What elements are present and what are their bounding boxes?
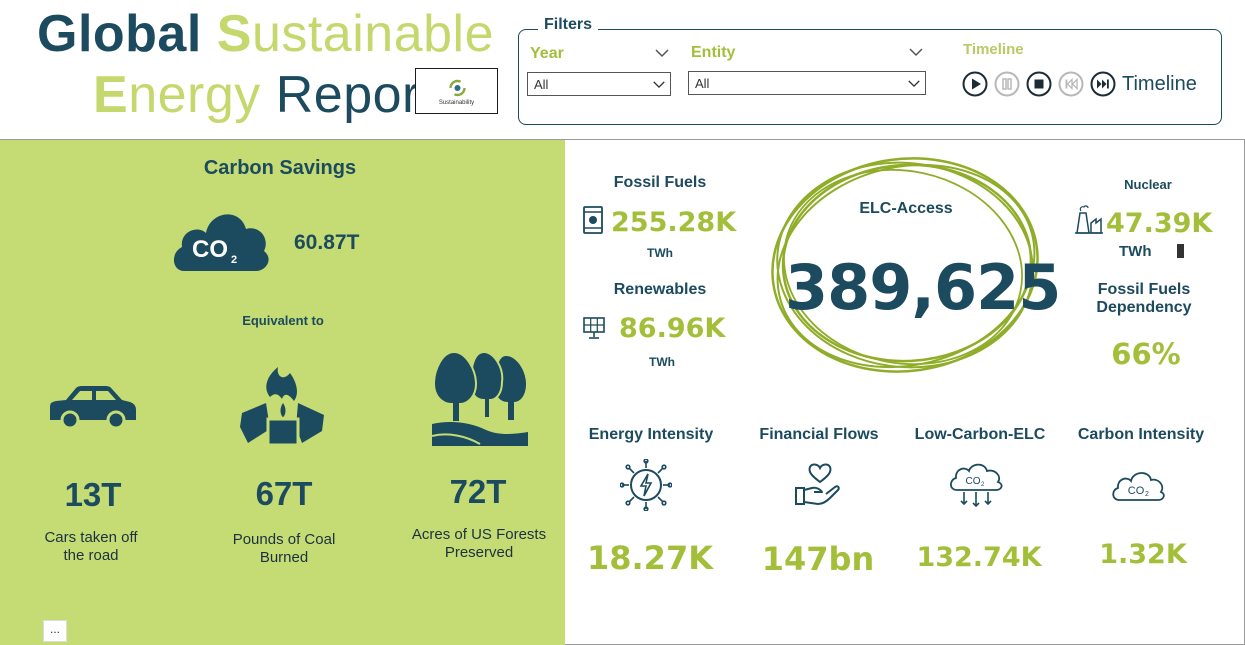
- carbon-savings-value: 60.87T: [294, 231, 360, 254]
- carbon-intensity-value: 1.32K: [1099, 539, 1187, 570]
- title-word-global: Global: [37, 5, 202, 63]
- carbon-intensity-co2-subscript: 2: [1145, 491, 1149, 498]
- carbon-savings-title: Carbon Savings: [203, 157, 357, 179]
- nuclear-value: 47.39K: [1106, 208, 1213, 239]
- forests-label-line1: Acres of US Forests: [411, 526, 547, 543]
- nuclear-unit: TWh: [1119, 243, 1152, 260]
- dependency-title-line2: Dependency: [1096, 299, 1192, 316]
- title-initial-s: S: [216, 5, 252, 63]
- coal-label-line1: Pounds of Coal: [232, 531, 336, 548]
- low-carbon-elc-value: 132.74K: [916, 542, 1042, 573]
- energy-gear-icon: [620, 459, 672, 511]
- low-carbon-co2-subscript: 2: [981, 482, 985, 488]
- entity-chevron-down-icon[interactable]: [908, 47, 924, 57]
- entity-select-value: All: [695, 76, 710, 91]
- year-select-value: All: [534, 77, 549, 92]
- report-title-line-1: Global Sustainable: [37, 8, 494, 60]
- more-options-button[interactable]: ...: [43, 620, 67, 642]
- stop-icon[interactable]: [1026, 71, 1052, 97]
- low-carbon-elc-title: Low-Carbon-ELC: [914, 426, 1046, 443]
- play-icon[interactable]: [962, 71, 988, 97]
- co2-cloud-label: CO: [192, 236, 228, 263]
- equivalent-to-label: Equivalent to: [242, 313, 324, 328]
- renewables-unit: TWh: [649, 355, 675, 369]
- title-word-ustainable: ustainable: [251, 5, 495, 63]
- forest-icon: [431, 350, 528, 446]
- timeline-text: Timeline: [1122, 73, 1197, 95]
- solar-panel-icon: [583, 317, 605, 339]
- entity-select-chevron-icon: [908, 80, 920, 88]
- coal-value: 67T: [255, 475, 313, 512]
- leaf-logo-icon: [449, 79, 466, 97]
- co2-cloud-outline-icon: CO 2: [1112, 472, 1165, 501]
- elc-access-value: 389,625: [785, 251, 1061, 324]
- co2-cloud-icon: CO 2: [173, 214, 269, 271]
- coal-label-line2: Burned: [259, 549, 309, 566]
- nuclear-plant-icon: [1075, 205, 1103, 234]
- car-icon: [50, 386, 136, 428]
- cars-label-line2: the road: [63, 547, 119, 564]
- title-initial-e: E: [93, 66, 129, 124]
- filters-legend: Filters: [538, 16, 599, 34]
- burning-coal-icon: [240, 367, 324, 447]
- fossil-fuels-unit: TWh: [647, 246, 673, 260]
- cars-label-line1: Cars taken off: [44, 529, 138, 546]
- forests-label-line2: Preserved: [444, 544, 514, 561]
- carbon-intensity-title: Carbon Intensity: [1077, 426, 1205, 443]
- energy-intensity-value: 18.27K: [586, 539, 713, 577]
- fossil-fuels-title: Fossil Fuels: [613, 174, 707, 191]
- cars-value: 13T: [64, 476, 122, 513]
- year-select-chevron-icon: [653, 81, 665, 89]
- forests-value: 72T: [449, 473, 507, 510]
- year-chevron-down-icon[interactable]: [654, 48, 670, 58]
- oil-barrel-icon: [583, 206, 603, 234]
- title-word-nergy: nergy: [128, 66, 261, 124]
- renewables-title: Renewables: [613, 281, 707, 298]
- dependency-title-line1: Fossil Fuels: [1097, 281, 1191, 298]
- nuclear-bar-marker: [1177, 244, 1184, 258]
- nuclear-title: Nuclear: [1124, 177, 1172, 192]
- entity-select[interactable]: All: [688, 71, 926, 95]
- skip-forward-icon[interactable]: [1090, 71, 1116, 97]
- year-select[interactable]: All: [527, 72, 671, 96]
- sustainability-logo: Sustainability: [415, 68, 498, 114]
- co2-cloud-subscript: 2: [231, 254, 237, 266]
- year-filter-label: Year: [530, 45, 564, 62]
- logo-text: Sustainability: [438, 100, 475, 106]
- pause-icon[interactable]: [994, 71, 1020, 97]
- timeline-label: Timeline: [963, 41, 1024, 58]
- energy-intensity-title: Energy Intensity: [588, 426, 714, 443]
- elc-access-title: ELC-Access: [859, 200, 953, 217]
- carbon-intensity-co2-label: CO: [1128, 485, 1145, 497]
- financial-flows-value: 147bn: [761, 540, 875, 578]
- skip-back-icon[interactable]: [1058, 71, 1084, 97]
- heart-hand-icon: [795, 463, 840, 505]
- co2-reduction-cloud-icon: CO 2: [949, 463, 1003, 508]
- dependency-value: 66%: [1111, 337, 1181, 371]
- financial-flows-title: Financial Flows: [759, 426, 879, 443]
- renewables-value: 86.96K: [619, 313, 726, 344]
- entity-filter-label: Entity: [691, 44, 736, 61]
- fossil-fuels-value: 255.28K: [611, 207, 737, 238]
- title-word-report: Report: [275, 66, 435, 124]
- report-title-line-2: Energy Report: [93, 69, 435, 121]
- low-carbon-co2-label: CO: [966, 476, 981, 487]
